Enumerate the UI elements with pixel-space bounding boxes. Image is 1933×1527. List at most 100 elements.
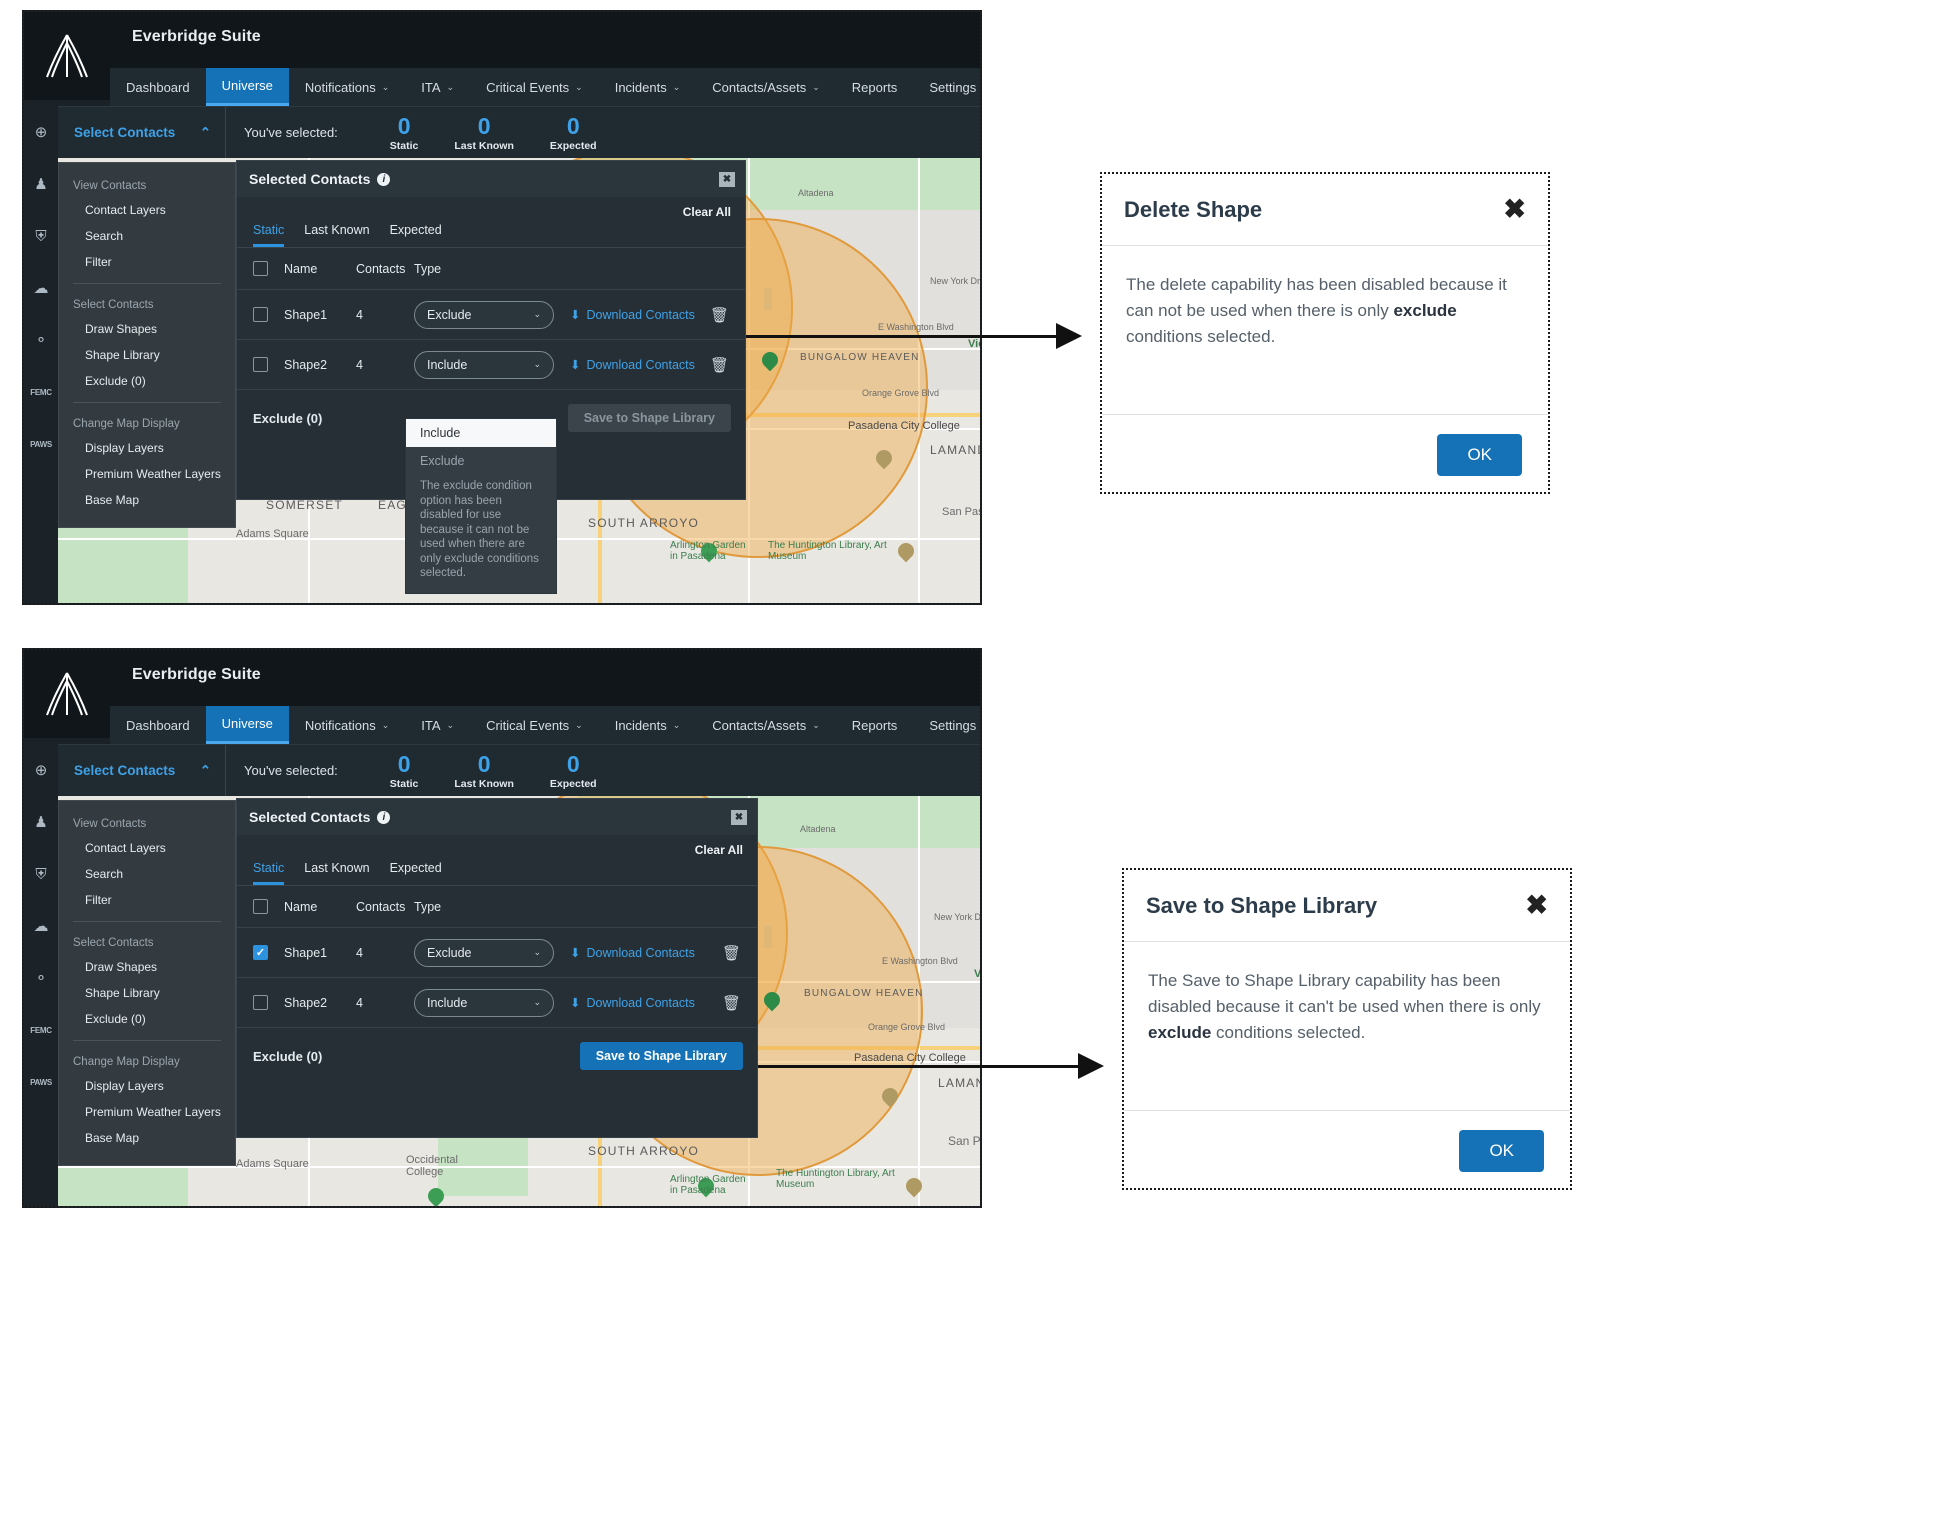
trash-icon[interactable]: 🗑 [722, 944, 741, 962]
close-icon[interactable]: ✖ [731, 809, 747, 825]
select-contacts-toggle[interactable]: Select Contacts ⌃ [58, 107, 226, 158]
flyout-item-display-layers[interactable]: Display Layers [59, 1073, 235, 1099]
trash-icon[interactable]: 🗑 [710, 306, 729, 324]
flyout-item-draw-shapes[interactable]: Draw Shapes [59, 954, 235, 980]
select-all-checkbox[interactable] [253, 261, 268, 276]
flyout-item-base-map[interactable]: Base Map [59, 487, 235, 513]
trash-icon[interactable]: 🗑 [710, 356, 729, 374]
map-pin[interactable] [424, 1184, 448, 1206]
flyout-item-draw-shapes[interactable]: Draw Shapes [59, 316, 235, 342]
flyout-item-shape-library[interactable]: Shape Library [59, 342, 235, 368]
select-contacts-toggle[interactable]: Select Contacts ⌃ [58, 745, 226, 796]
map-pin[interactable] [902, 1174, 926, 1200]
nav-notifications[interactable]: Notifications ⌄ [289, 706, 405, 744]
close-icon[interactable]: ✖ [1525, 892, 1548, 919]
nav-ita[interactable]: ITA ⌄ [405, 706, 470, 744]
target-icon[interactable]: ⊕ [24, 744, 58, 796]
femc-icon[interactable]: FEMC [24, 366, 58, 418]
flyout-item-filter[interactable]: Filter [59, 249, 235, 275]
flyout-item-display-layers[interactable]: Display Layers [59, 435, 235, 461]
flyout-group-title: View Contacts [73, 818, 147, 830]
flyout-item-search[interactable]: Search [59, 223, 235, 249]
femc-icon[interactable]: FEMC [24, 1004, 58, 1056]
type-select[interactable]: Exclude ⌄ [414, 938, 554, 967]
contacts-group-icon[interactable]: ♟ [24, 158, 58, 210]
clear-all-button[interactable]: Clear All [695, 843, 743, 857]
shield-check-icon[interactable]: ⛨ [24, 210, 58, 262]
close-icon[interactable]: ✖ [719, 171, 735, 187]
info-icon[interactable]: i [377, 810, 391, 824]
flyout-item-contact-layers[interactable]: Contact Layers [59, 835, 235, 861]
save-to-shape-library-button[interactable]: Save to Shape Library [567, 404, 731, 432]
save-to-shape-library-button[interactable]: Save to Shape Library [579, 1042, 743, 1070]
map-pin[interactable] [872, 446, 896, 472]
download-contacts-link[interactable]: ⬇ Download Contacts [570, 945, 695, 961]
nav-notifications[interactable]: Notifications ⌄ [289, 68, 405, 106]
target-icon[interactable]: ⊕ [24, 106, 58, 158]
nav-critical-events[interactable]: Critical Events ⌄ [470, 68, 599, 106]
nav-critical-events[interactable]: Critical Events ⌄ [470, 706, 599, 744]
ok-button[interactable]: OK [1459, 1129, 1544, 1172]
chevron-down-icon: ⌄ [381, 81, 390, 92]
shield-check-icon[interactable]: ⛨ [24, 848, 58, 900]
weather-cloud-icon[interactable]: ☁ [24, 900, 58, 952]
nav-contacts-assets[interactable]: Contacts/Assets ⌄ [696, 68, 835, 106]
flyout-item-premium-weather-layers[interactable]: Premium Weather Layers [59, 1099, 235, 1125]
nav-contacts-assets[interactable]: Contacts/Assets ⌄ [696, 706, 835, 744]
flyout-item-contact-layers[interactable]: Contact Layers [59, 197, 235, 223]
type-select[interactable]: Include ⌄ [414, 988, 554, 1017]
nav-universe[interactable]: Universe [205, 68, 289, 106]
map-pin[interactable] [878, 1084, 902, 1110]
row-checkbox[interactable]: ✓ [253, 945, 268, 960]
select-all-checkbox[interactable] [253, 899, 268, 914]
nav-settings[interactable]: Settings⌄ [913, 706, 980, 744]
flyout-item-filter[interactable]: Filter [59, 887, 235, 913]
tab-expected[interactable]: Expected [390, 861, 442, 885]
trash-icon[interactable]: 🗑 [722, 994, 741, 1012]
map-pin[interactable] [894, 539, 918, 565]
nav-reports[interactable]: Reports [836, 706, 914, 744]
nav-reports[interactable]: Reports [836, 68, 914, 106]
paws-icon[interactable]: PAWS [24, 1056, 58, 1108]
nav-dashboard[interactable]: Dashboard [110, 68, 206, 106]
download-contacts-link[interactable]: ⬇ Download Contacts [570, 357, 695, 373]
contacts-group-icon[interactable]: ♟ [24, 796, 58, 848]
nav-universe[interactable]: Universe [205, 706, 289, 744]
nav-settings[interactable]: Settings⌄ [913, 68, 980, 106]
tab-static[interactable]: Static [253, 861, 285, 885]
close-icon[interactable]: ✖ [1503, 196, 1526, 223]
row-checkbox[interactable] [253, 357, 268, 372]
nav-dashboard[interactable]: Dashboard [110, 706, 206, 744]
flyout-item-search[interactable]: Search [59, 861, 235, 887]
nav-incidents[interactable]: Incidents ⌄ [599, 68, 697, 106]
dropdown-option-include[interactable]: Include [406, 419, 556, 447]
flyout-item-shape-library[interactable]: Shape Library [59, 980, 235, 1006]
paws-icon[interactable]: PAWS [24, 418, 58, 470]
network-share-icon[interactable]: ⚬ [24, 314, 58, 366]
network-share-icon[interactable]: ⚬ [24, 952, 58, 1004]
flyout-item-exclude[interactable]: Exclude (0) [59, 1006, 235, 1032]
chevron-up-icon: ⌃ [199, 762, 211, 778]
ok-button[interactable]: OK [1437, 433, 1522, 476]
tab-last-known[interactable]: Last Known [304, 861, 369, 885]
download-contacts-link[interactable]: ⬇ Download Contacts [570, 995, 695, 1011]
flyout-item-exclude[interactable]: Exclude (0) [59, 368, 235, 394]
download-contacts-link[interactable]: ⬇ Download Contacts [570, 307, 695, 323]
info-icon[interactable]: i [377, 172, 391, 186]
nav-incidents[interactable]: Incidents ⌄ [599, 706, 697, 744]
tab-expected[interactable]: Expected [390, 223, 442, 247]
clear-all-button[interactable]: Clear All [683, 205, 731, 219]
flyout-item-premium-weather-layers[interactable]: Premium Weather Layers [59, 461, 235, 487]
map-pin[interactable] [758, 348, 782, 374]
row-checkbox[interactable] [253, 307, 268, 322]
row-checkbox[interactable] [253, 995, 268, 1010]
nav-label: ITA [421, 79, 441, 95]
nav-ita[interactable]: ITA ⌄ [405, 68, 470, 106]
map-pin[interactable] [760, 988, 784, 1014]
type-select[interactable]: Exclude ⌄ [414, 300, 554, 329]
type-select[interactable]: Include ⌄ [414, 350, 554, 379]
tab-static[interactable]: Static [253, 223, 285, 247]
tab-last-known[interactable]: Last Known [304, 223, 369, 247]
flyout-item-base-map[interactable]: Base Map [59, 1125, 235, 1151]
weather-cloud-icon[interactable]: ☁ [24, 262, 58, 314]
